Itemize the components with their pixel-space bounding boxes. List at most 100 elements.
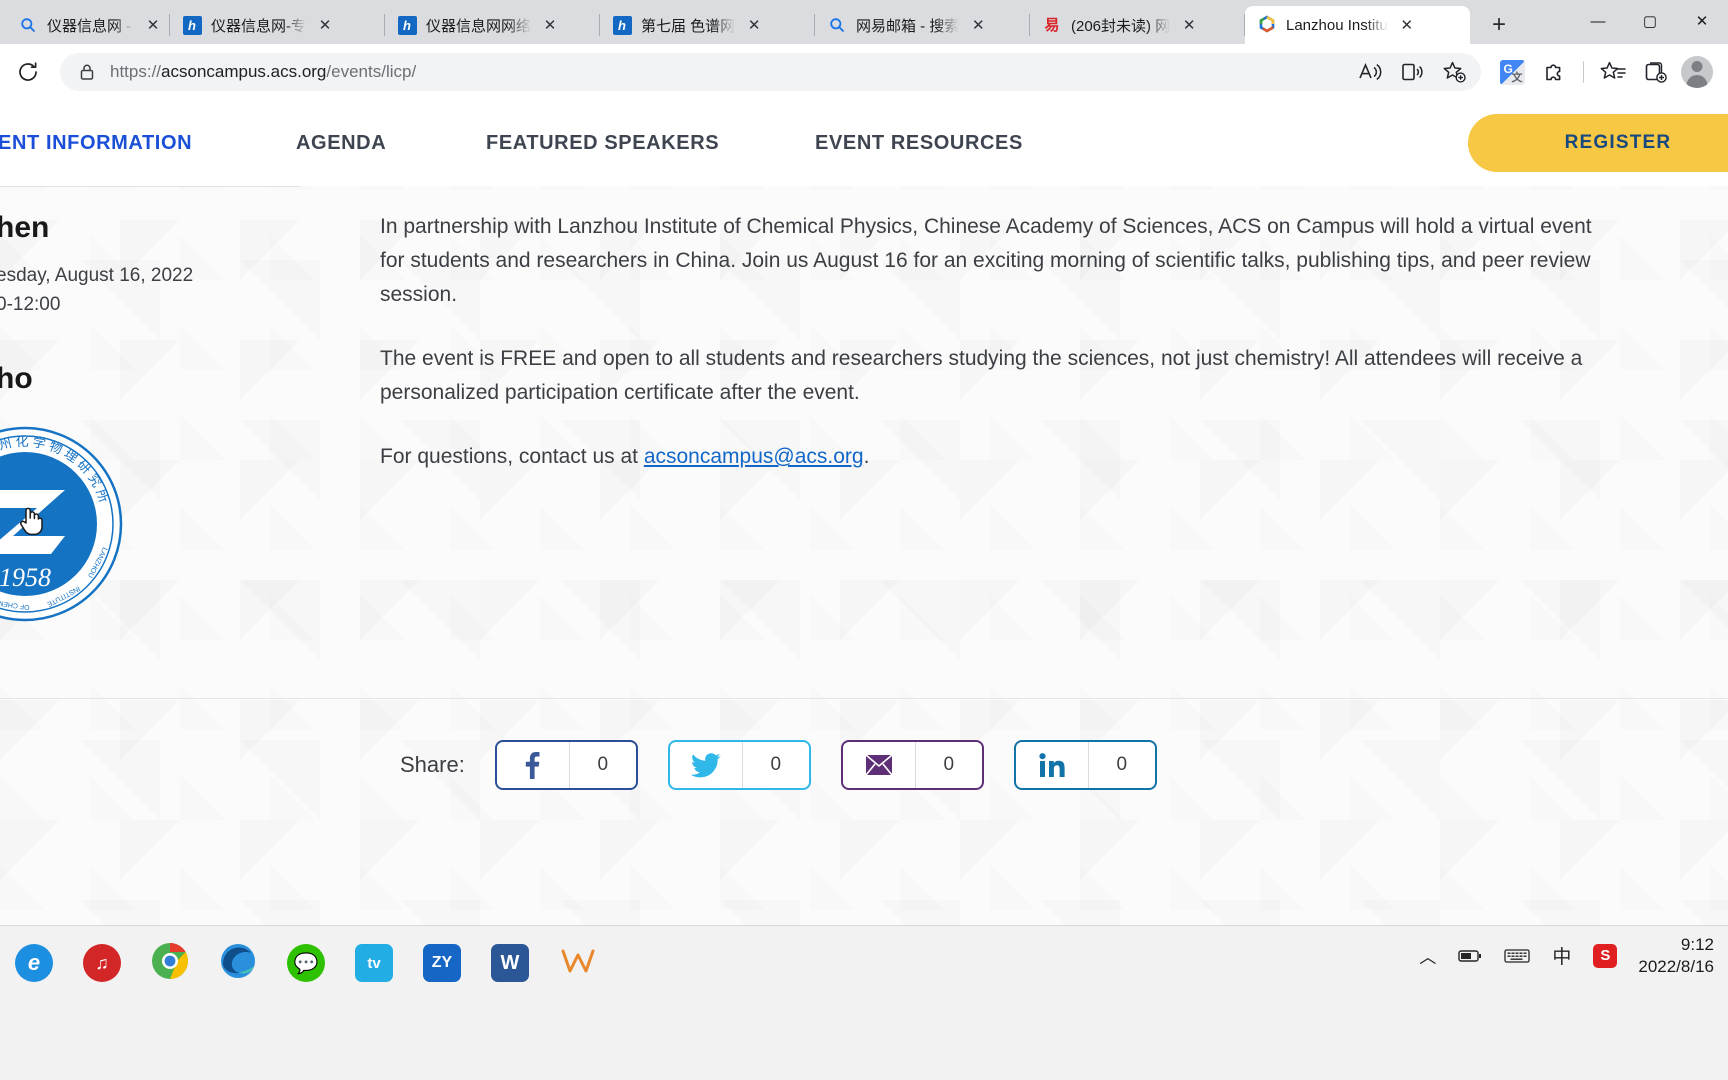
sogou-icon[interactable]: S bbox=[1582, 943, 1628, 968]
bilibili-icon: tv bbox=[355, 944, 393, 982]
contact-prefix: For questions, contact us at bbox=[380, 445, 644, 469]
svg-text:化: 化 bbox=[15, 434, 29, 449]
nav-featured-speakers[interactable]: FEATURED SPEAKERS bbox=[486, 132, 719, 155]
site-navigation: ENT INFORMATION AGENDA FEATURED SPEAKERS… bbox=[0, 100, 1728, 186]
omnibox[interactable]: https://acsoncampus.acs.org/events/licp/ bbox=[60, 53, 1481, 91]
event-sidebar: hen esday, August 16, 2022 0-12:00 ho 19… bbox=[0, 186, 380, 624]
nav-event-resources[interactable]: EVENT RESOURCES bbox=[815, 132, 1023, 155]
taskbar-item-bilibili[interactable]: tv bbox=[340, 932, 408, 994]
email-count: 0 bbox=[914, 742, 982, 788]
taskbar-clock[interactable]: 9:12 2022/8/16 bbox=[1628, 934, 1728, 978]
facebook-count: 0 bbox=[568, 742, 636, 788]
refresh-icon[interactable] bbox=[8, 52, 48, 92]
tab-title: 仪器信息网 - 搜 bbox=[47, 17, 134, 35]
kugou-music-icon: ♫ bbox=[83, 944, 121, 982]
browser-tab[interactable]: h 仪器信息网-专 ✕ bbox=[170, 6, 385, 44]
tab-close-icon[interactable]: ✕ bbox=[967, 14, 989, 36]
browser-tab[interactable]: 网易邮箱 - 搜索 ✕ bbox=[815, 6, 1030, 44]
browser-tab[interactable]: 易 (206封未读) 网 ✕ bbox=[1030, 6, 1245, 44]
browser-chrome: 仪器信息网 - 搜 ✕ h 仪器信息网-专 ✕ h 仪器信息网网络 ✕ h 第七… bbox=[0, 0, 1728, 100]
toolbar-separator bbox=[1583, 61, 1584, 83]
window-controls: — ▢ ✕ bbox=[1572, 0, 1728, 42]
split-screen-icon[interactable] bbox=[1634, 53, 1676, 91]
maximize-button[interactable]: ▢ bbox=[1624, 0, 1676, 42]
lock-icon bbox=[76, 63, 98, 81]
new-tab-button[interactable]: + bbox=[1482, 8, 1516, 42]
tab-close-icon[interactable]: ✕ bbox=[142, 14, 164, 36]
clock-time: 9:12 bbox=[1680, 935, 1714, 954]
when-time: 0-12:00 bbox=[0, 294, 61, 316]
taskbar-item-edge-legacy[interactable]: e bbox=[0, 932, 68, 994]
taskbar-item-wechat[interactable]: 💬 bbox=[272, 932, 340, 994]
browser-toolbar-right bbox=[1491, 53, 1728, 91]
windows-taskbar: e ♫ 💬 tv ZY W ︿ 中 S 9:12 2022/8/16 bbox=[0, 925, 1728, 1080]
browser-tab-active[interactable]: Lanzhou Institu ✕ bbox=[1245, 6, 1470, 44]
tab-close-icon[interactable]: ✕ bbox=[539, 14, 561, 36]
system-tray: ︿ 中 S 9:12 2022/8/16 bbox=[1408, 934, 1728, 978]
tray-chevron-icon[interactable]: ︿ bbox=[1408, 943, 1447, 968]
taskbar-apps: e ♫ 💬 tv ZY W bbox=[0, 926, 612, 1000]
battery-icon[interactable] bbox=[1447, 949, 1493, 963]
tab-title: 仪器信息网-专 bbox=[211, 17, 306, 35]
email-icon bbox=[843, 742, 915, 788]
share-email-button[interactable]: 0 bbox=[840, 740, 984, 790]
nav-event-information[interactable]: ENT INFORMATION bbox=[0, 132, 192, 155]
browser-tab[interactable]: h 仪器信息网网络 ✕ bbox=[385, 6, 600, 44]
add-favorite-icon[interactable] bbox=[1433, 53, 1475, 91]
share-row: Share: 0 0 0 0 bbox=[400, 740, 1187, 790]
address-bar-row: https://acsoncampus.acs.org/events/licp/ bbox=[0, 44, 1728, 100]
taskbar-item-kugou-music[interactable]: ♫ bbox=[68, 932, 136, 994]
wps-icon bbox=[560, 945, 596, 982]
browser-tab[interactable]: h 第七届 色谱网 ✕ bbox=[600, 6, 815, 44]
tab-close-icon[interactable]: ✕ bbox=[314, 14, 336, 36]
netease-icon: 易 bbox=[1044, 16, 1060, 34]
read-aloud-icon[interactable] bbox=[1349, 53, 1391, 91]
minimize-button[interactable]: — bbox=[1572, 0, 1624, 42]
instrument-logo-icon: h bbox=[397, 15, 417, 35]
close-window-button[interactable]: ✕ bbox=[1676, 0, 1728, 42]
profile-avatar-icon[interactable] bbox=[1676, 53, 1718, 91]
taskbar-item-wps[interactable] bbox=[544, 932, 612, 994]
share-facebook-button[interactable]: 0 bbox=[494, 740, 638, 790]
url-text: https://acsoncampus.acs.org/events/licp/ bbox=[110, 62, 417, 81]
twitter-icon bbox=[670, 742, 742, 788]
taskbar-item-chrome[interactable] bbox=[136, 932, 204, 994]
taskbar-item-zy-app[interactable]: ZY bbox=[408, 932, 476, 994]
favorites-icon[interactable] bbox=[1592, 53, 1634, 91]
content-area: hen esday, August 16, 2022 0-12:00 ho 19… bbox=[0, 186, 1728, 624]
zy-app-icon: ZY bbox=[423, 944, 461, 982]
licp-logo[interactable]: 1958 科 学 院 兰 州 化 学 物 理 研 究 bbox=[0, 424, 380, 624]
share-linkedin-button[interactable]: 0 bbox=[1013, 740, 1157, 790]
tab-close-icon[interactable]: ✕ bbox=[1396, 14, 1418, 36]
extensions-icon[interactable] bbox=[1533, 53, 1575, 91]
taskbar-item-word[interactable]: W bbox=[476, 932, 544, 994]
search-icon bbox=[827, 15, 847, 35]
tab-title: 第七届 色谱网 bbox=[641, 17, 736, 35]
tab-title: 网易邮箱 - 搜索 bbox=[856, 17, 960, 35]
share-twitter-button[interactable]: 0 bbox=[667, 740, 811, 790]
contact-email-link[interactable]: acsoncampus@acs.org bbox=[644, 445, 864, 468]
register-button[interactable]: REGISTER bbox=[1468, 114, 1728, 172]
screen: 仪器信息网 - 搜 ✕ h 仪器信息网-专 ✕ h 仪器信息网网络 ✕ h 第七… bbox=[0, 0, 1728, 1080]
sogou-badge: S bbox=[1593, 943, 1618, 968]
taskbar-item-edge[interactable] bbox=[204, 926, 272, 1000]
word-icon: W bbox=[491, 944, 529, 982]
nav-agenda[interactable]: AGENDA bbox=[296, 132, 386, 155]
keyboard-icon[interactable] bbox=[1493, 948, 1541, 964]
tab-title: Lanzhou Institu bbox=[1286, 16, 1388, 34]
sidebar-divider bbox=[0, 186, 300, 187]
instrument-logo-icon: h bbox=[612, 15, 632, 35]
who-heading: ho bbox=[0, 361, 33, 395]
browser-tab[interactable]: 仪器信息网 - 搜 ✕ bbox=[6, 6, 170, 44]
twitter-count: 0 bbox=[741, 742, 809, 788]
edge-legacy-icon: e bbox=[15, 944, 53, 982]
tab-close-icon[interactable]: ✕ bbox=[743, 14, 765, 36]
ime-indicator[interactable]: 中 bbox=[1541, 942, 1582, 969]
acs-hexagon-icon bbox=[1257, 15, 1277, 35]
when-heading: hen bbox=[0, 211, 50, 244]
wechat-icon: 💬 bbox=[287, 944, 325, 982]
google-translate-icon[interactable] bbox=[1491, 53, 1533, 91]
tab-strip: 仪器信息网 - 搜 ✕ h 仪器信息网-专 ✕ h 仪器信息网网络 ✕ h 第七… bbox=[0, 0, 1728, 44]
tab-close-icon[interactable]: ✕ bbox=[1178, 14, 1200, 36]
immersive-reader-icon[interactable] bbox=[1391, 53, 1433, 91]
